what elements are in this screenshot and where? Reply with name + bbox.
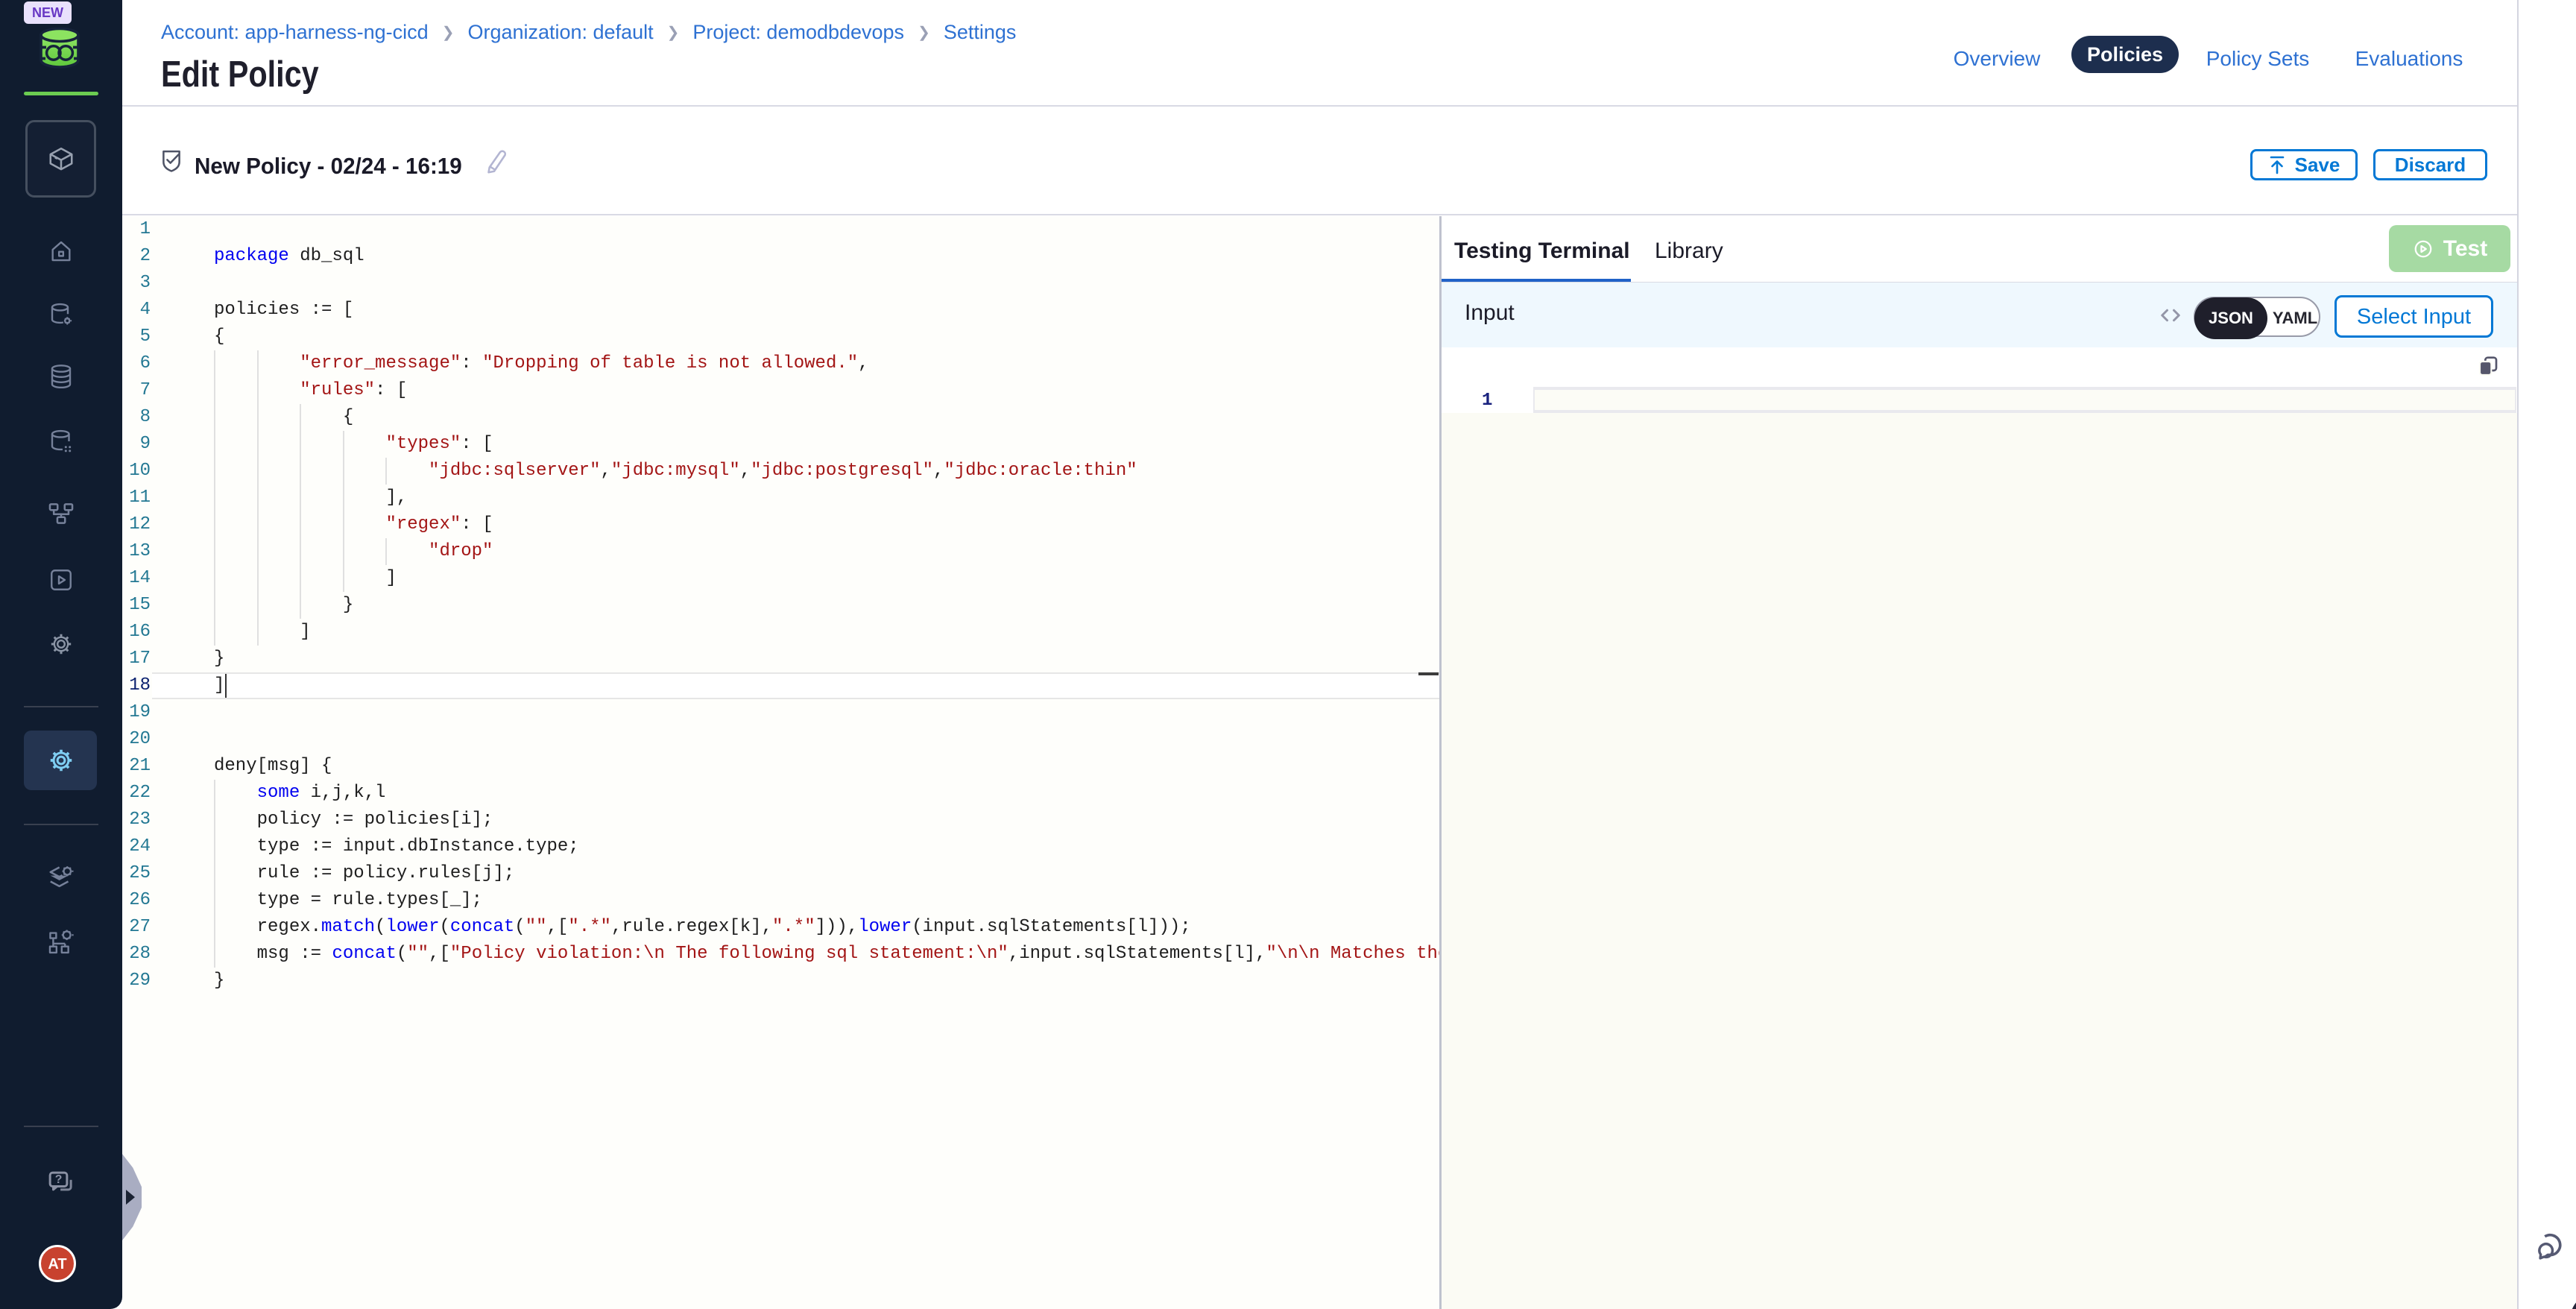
- svg-text:?: ?: [55, 1173, 63, 1186]
